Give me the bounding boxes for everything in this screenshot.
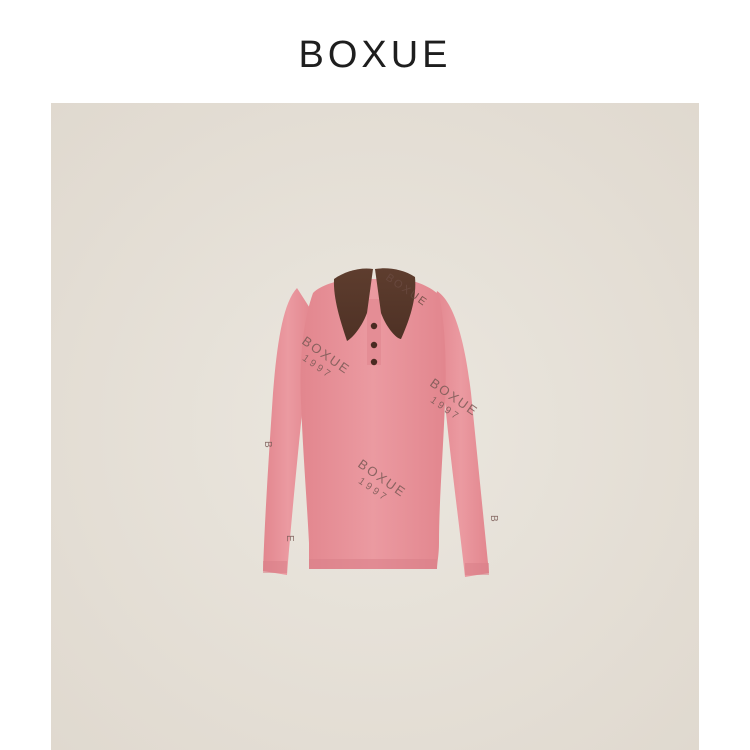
product-photo: BOXUE 1997 BOXUE 1997 BOXUE 1997 BOXUE B xyxy=(51,103,699,750)
button-2 xyxy=(370,341,378,349)
print-sleeve-right: B xyxy=(488,515,499,524)
button-3 xyxy=(370,358,378,366)
brand-title: BOXUE xyxy=(298,34,452,76)
product-page: BOXUE BOXUE 1997 BOXUE 1997 BOXUE 1997 B… xyxy=(0,0,750,750)
pink-polo-knit-top-icon: BOXUE 1997 BOXUE 1997 BOXUE 1997 BOXUE B xyxy=(262,268,499,577)
button-1 xyxy=(370,322,378,330)
print-sleeve-left-2: E xyxy=(284,535,295,544)
print-sleeve-left: B xyxy=(262,441,273,450)
